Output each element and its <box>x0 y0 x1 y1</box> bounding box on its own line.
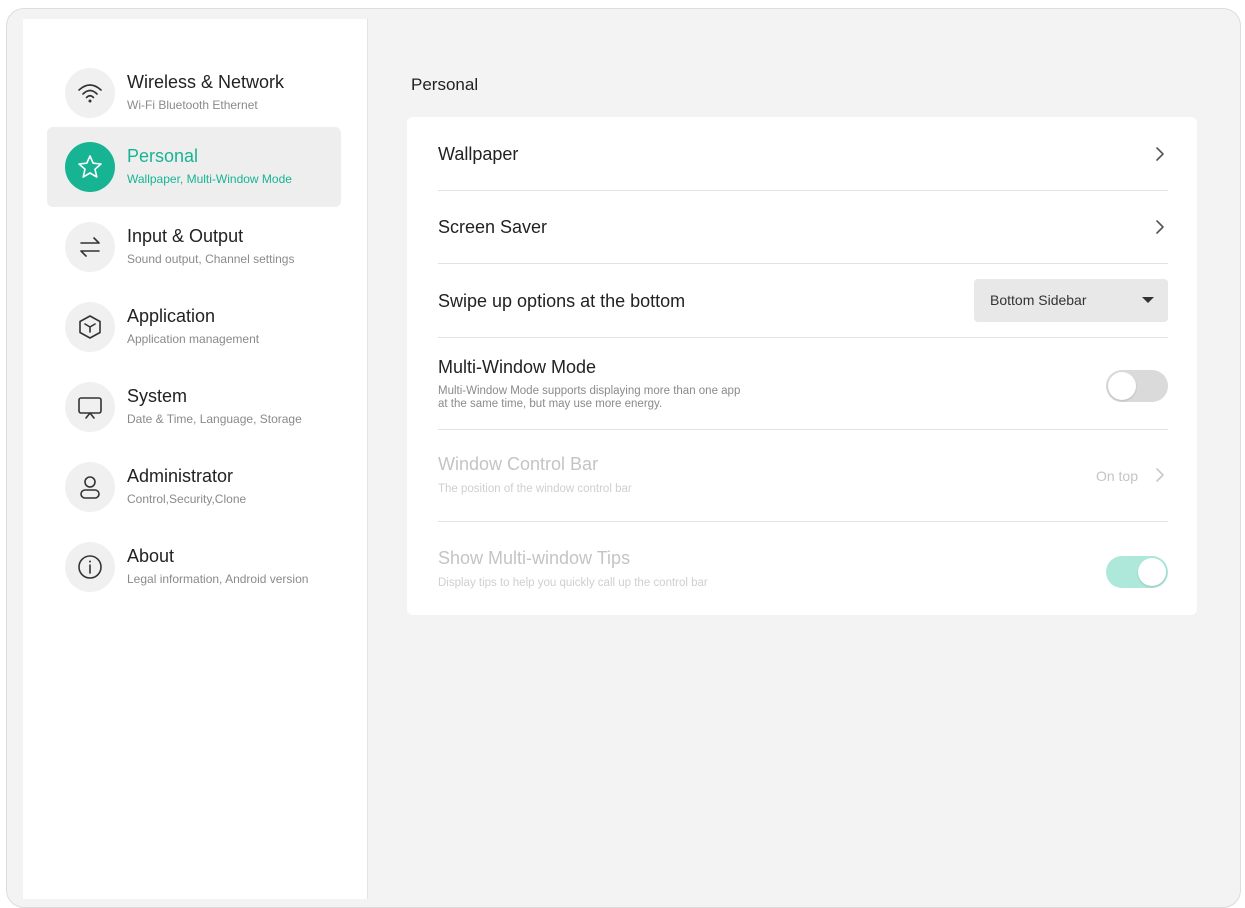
toggle-knob <box>1108 372 1136 400</box>
chevron-right-icon <box>1154 466 1166 489</box>
sidebar-item-title: Personal <box>127 146 199 166</box>
sidebar-item-subtitle: Sound output, Channel settings <box>127 252 295 266</box>
sidebar-item-title: Wireless & Network <box>127 72 285 92</box>
row-title: Show Multi-window Tips <box>438 548 631 568</box>
sidebar-item-subtitle: Date & Time, Language, Storage <box>127 412 302 426</box>
settings-window: Wireless & Network Wi-Fi Bluetooth Ether… <box>6 8 1241 908</box>
sidebar-item-about[interactable]: About Legal information, Android version <box>47 527 341 607</box>
divider <box>438 263 1168 264</box>
sidebar-item-application[interactable]: Application Application management <box>47 287 341 367</box>
divider <box>438 190 1168 191</box>
row-title: Wallpaper <box>438 144 519 164</box>
sidebar-item-wireless-network[interactable]: Wireless & Network Wi-Fi Bluetooth Ether… <box>47 53 341 133</box>
settings-card: Wallpaper Screen Saver Swipe up options … <box>407 117 1197 615</box>
sidebar-item-subtitle: Legal information, Android version <box>127 572 309 586</box>
page-title: Personal <box>411 75 479 94</box>
sidebar-item-title: About <box>127 546 175 566</box>
sidebar-item-personal[interactable]: Personal Wallpaper, Multi-Window Mode <box>47 127 341 207</box>
user-icon <box>65 462 115 512</box>
window-control-bar-value: On top <box>1095 468 1138 484</box>
divider <box>438 521 1168 522</box>
row-title: Multi-Window Mode <box>438 357 597 377</box>
swap-arrows-icon <box>65 222 115 272</box>
sidebar-item-subtitle: Wi-Fi Bluetooth Ethernet <box>127 98 258 112</box>
row-title: Swipe up options at the bottom <box>438 291 686 311</box>
sidebar-item-administrator[interactable]: Administrator Control,Security,Clone <box>47 447 341 527</box>
cube-icon <box>65 302 115 352</box>
sidebar-item-subtitle: Wallpaper, Multi-Window Mode <box>127 172 292 186</box>
monitor-icon <box>65 382 115 432</box>
wallpaper-row[interactable]: Wallpaper <box>438 141 1168 167</box>
sidebar-item-subtitle: Control,Security,Clone <box>127 492 247 506</box>
caret-down-icon <box>1142 297 1154 303</box>
wifi-icon <box>65 68 115 118</box>
sidebar-item-system[interactable]: System Date & Time, Language, Storage <box>47 367 341 447</box>
sidebar-item-title: Application <box>127 306 216 326</box>
chevron-right-icon <box>1154 218 1166 241</box>
chevron-right-icon <box>1154 145 1166 168</box>
swipe-up-options-row: Swipe up options at the bottom Bottom Si… <box>438 279 1168 322</box>
multi-window-tips-row: Show Multi-window Tips Display tips to h… <box>438 548 1168 594</box>
row-description: The position of the window control bar <box>438 483 632 495</box>
star-icon <box>65 142 115 192</box>
row-title: Screen Saver <box>438 217 548 237</box>
sidebar-item-title: Input & Output <box>127 226 244 246</box>
divider <box>438 429 1168 430</box>
row-description: Display tips to help you quickly call up… <box>438 577 708 589</box>
dropdown-value: Bottom Sidebar <box>990 292 1087 308</box>
info-icon <box>65 542 115 592</box>
sidebar: Wireless & Network Wi-Fi Bluetooth Ether… <box>23 19 368 899</box>
multi-window-mode-row: Multi-Window Mode Multi-Window Mode supp… <box>438 357 1168 419</box>
sidebar-item-title: System <box>127 386 188 406</box>
toggle-knob <box>1138 558 1166 586</box>
sidebar-item-title: Administrator <box>127 466 234 486</box>
row-description: at the same time, but may use more energ… <box>438 398 663 410</box>
row-description: Multi-Window Mode supports displaying mo… <box>438 385 741 397</box>
multi-window-mode-toggle[interactable] <box>1106 370 1168 402</box>
sidebar-item-input-output[interactable]: Input & Output Sound output, Channel set… <box>47 207 341 287</box>
divider <box>438 337 1168 338</box>
row-title: Window Control Bar <box>438 454 599 474</box>
window-control-bar-row[interactable]: Window Control Bar The position of the w… <box>438 454 1168 500</box>
sidebar-item-subtitle: Application management <box>127 332 260 346</box>
multi-window-tips-toggle[interactable] <box>1106 556 1168 588</box>
swipe-up-options-dropdown[interactable]: Bottom Sidebar <box>974 279 1168 322</box>
screen-saver-row[interactable]: Screen Saver <box>438 214 1168 240</box>
